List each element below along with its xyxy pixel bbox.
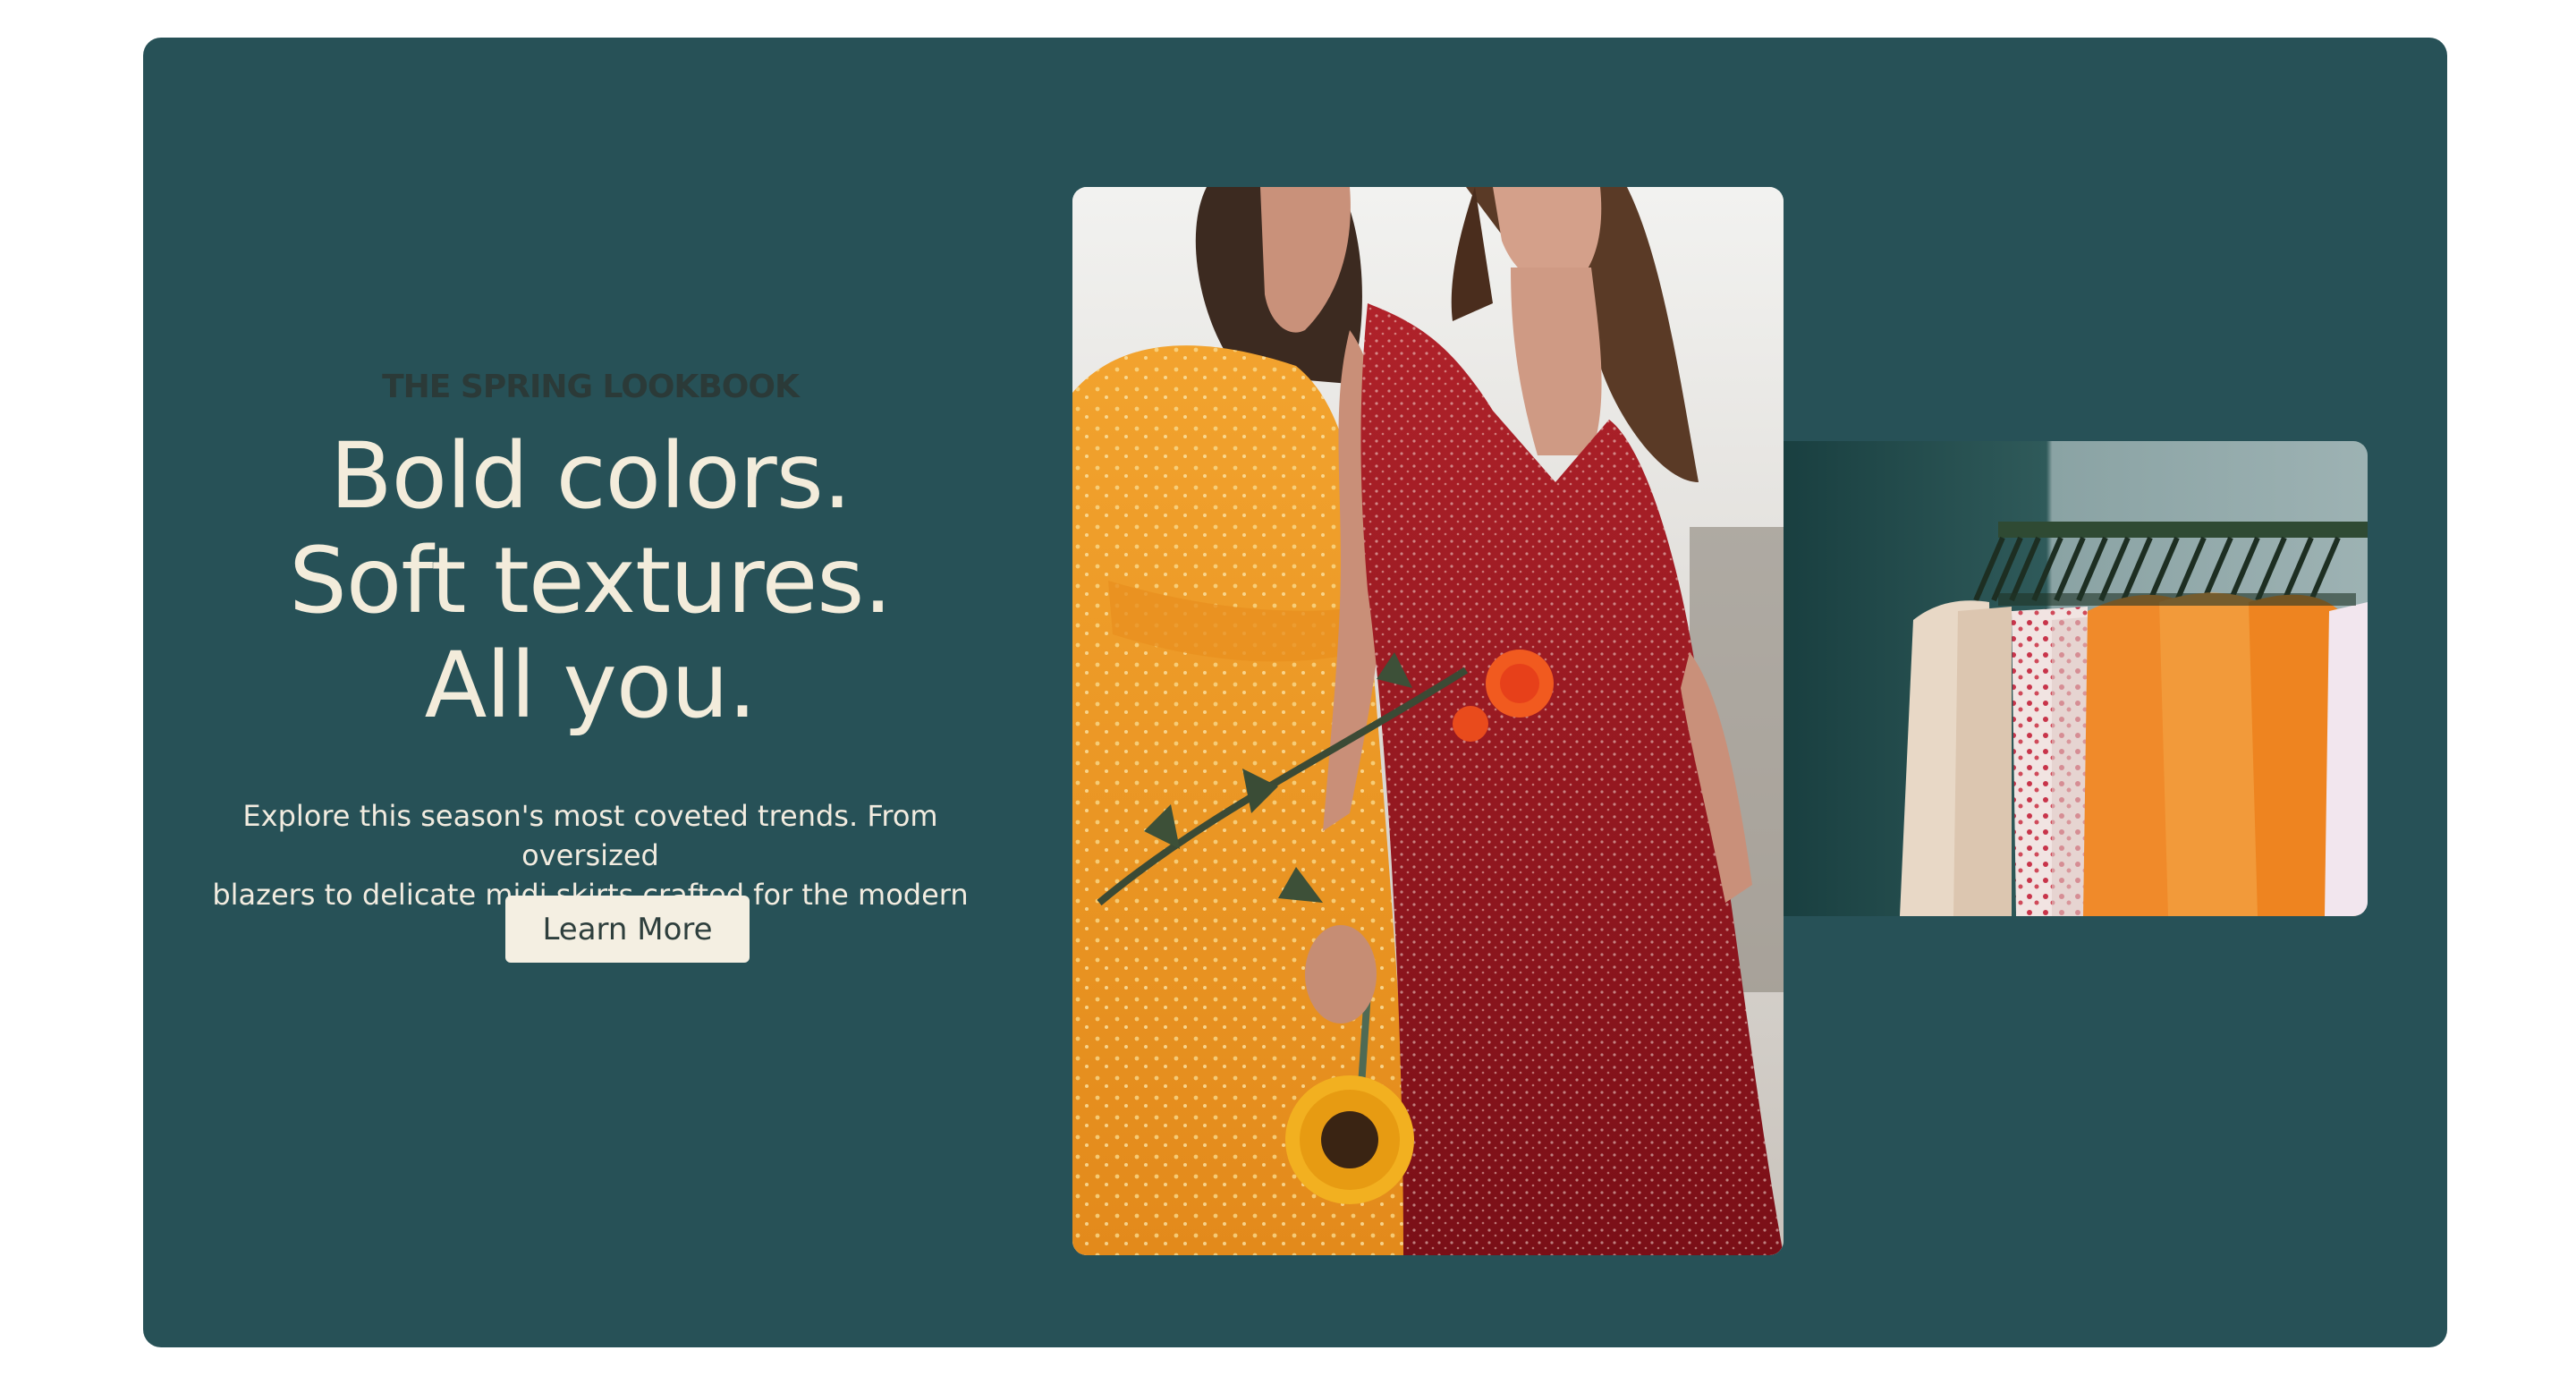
clothing-rack-image [1784, 441, 2368, 916]
description-line-1: Explore this season's most coveted trend… [242, 799, 938, 872]
eyebrow-label: THE SPRING LOOKBOOK [382, 369, 800, 405]
hero-copy: THE SPRING LOOKBOOK Bold colors. Soft te… [179, 38, 1002, 1347]
headline: Bold colors. Soft textures. All you. [179, 424, 1002, 738]
two-women-dresses-image [1072, 187, 1784, 1255]
headline-line-1: Bold colors. [329, 423, 852, 530]
main-photo [1072, 187, 1784, 1255]
headline-line-3: All you. [424, 633, 758, 739]
hero-section: THE SPRING LOOKBOOK Bold colors. Soft te… [143, 38, 2447, 1347]
rack-photo [1784, 441, 2368, 916]
headline-line-2: Soft textures. [289, 528, 893, 634]
learn-more-button[interactable]: Learn More [505, 896, 750, 963]
